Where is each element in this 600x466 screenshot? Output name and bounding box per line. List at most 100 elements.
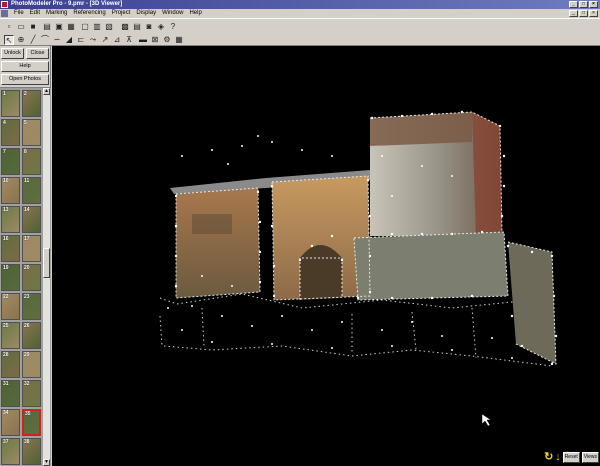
menu-marking[interactable]: Marking bbox=[43, 9, 70, 18]
menu-help[interactable]: Help bbox=[186, 9, 204, 18]
photo-thumbnail[interactable]: 19 bbox=[1, 264, 20, 291]
curve-icon[interactable]: ∽ bbox=[52, 35, 62, 45]
photo-thumbnail[interactable]: 13 bbox=[1, 206, 20, 233]
mark-point-icon[interactable]: ⊕ bbox=[16, 35, 26, 45]
photo-thumbnail[interactable]: 35 bbox=[22, 409, 41, 436]
photo-thumbnail[interactable]: 38 bbox=[22, 438, 41, 465]
3d-viewer[interactable]: ↻ ↓ ✛ Reset Views bbox=[52, 46, 600, 466]
viewer-buttons: Reset Views bbox=[562, 452, 599, 463]
photo-thumbnail[interactable]: 23 bbox=[22, 293, 41, 320]
ground-outline bbox=[159, 293, 553, 367]
photo-thumbnail[interactable]: 22 bbox=[1, 293, 20, 320]
point-cloud-model[interactable] bbox=[52, 46, 600, 466]
photo-thumbnail[interactable]: 31 bbox=[1, 380, 20, 407]
photo-thumbnail[interactable]: 37 bbox=[1, 438, 20, 465]
camera-icon[interactable]: ◙ bbox=[144, 22, 154, 32]
surface-icon[interactable]: ◢ bbox=[64, 35, 74, 45]
maximize-button[interactable]: □ bbox=[579, 1, 588, 8]
photo-thumbnail[interactable]: 4 bbox=[1, 119, 20, 146]
move-down-icon[interactable]: ↓ bbox=[555, 451, 561, 463]
views-button[interactable]: Views bbox=[581, 452, 599, 463]
new-project-icon[interactable]: ▫ bbox=[4, 22, 14, 32]
close-button[interactable]: × bbox=[589, 1, 598, 8]
thumbnail-number: 7 bbox=[3, 149, 6, 155]
photo-sidebar: Unlock Close Help Open Photos 1 2 4 5 7 8 10 11… bbox=[0, 46, 51, 466]
scale-icon[interactable]: ⊼ bbox=[124, 35, 134, 45]
scroll-down-icon[interactable]: ▼ bbox=[43, 459, 50, 466]
texture-icon[interactable]: ⚙ bbox=[162, 35, 172, 45]
photo-thumbnail[interactable]: 20 bbox=[22, 264, 41, 291]
unlock-button[interactable]: Unlock bbox=[1, 48, 24, 59]
photo-icon[interactable]: ▣ bbox=[54, 22, 64, 32]
photo-thumbnail[interactable]: 32 bbox=[22, 380, 41, 407]
photo-thumbnail[interactable]: 2 bbox=[22, 90, 41, 117]
thumbnail-number: 1 bbox=[3, 91, 6, 97]
grid-icon[interactable]: ▩ bbox=[120, 22, 130, 32]
cascade-icon[interactable]: ▧ bbox=[104, 22, 114, 32]
menu-bar: File Edit Marking Referencing Project Di… bbox=[0, 9, 600, 18]
photo-thumbnail[interactable]: 28 bbox=[1, 351, 20, 378]
process-icon[interactable]: ⊠ bbox=[150, 35, 160, 45]
lower-right-wall bbox=[354, 232, 508, 300]
minimize-button[interactable]: _ bbox=[569, 1, 578, 8]
thumbnail-number: 16 bbox=[3, 236, 9, 242]
select-tool-icon[interactable]: ↖ bbox=[4, 35, 14, 45]
thumbnail-number: 23 bbox=[24, 294, 30, 300]
open-icon[interactable]: ▭ bbox=[16, 22, 26, 32]
photo-thumbnail[interactable]: 29 bbox=[22, 351, 41, 378]
tile-icon[interactable]: ▥ bbox=[92, 22, 102, 32]
photo-thumbnail[interactable]: 11 bbox=[22, 177, 41, 204]
thumbnail-scrollbar[interactable]: ▲ ▼ bbox=[43, 88, 50, 466]
menu-project[interactable]: Project bbox=[109, 9, 134, 18]
image-icon[interactable]: ▦ bbox=[66, 22, 76, 32]
menu-edit[interactable]: Edit bbox=[27, 9, 43, 18]
photo-thumbnail[interactable]: 7 bbox=[1, 148, 20, 175]
copy-icon[interactable]: ▤ bbox=[42, 22, 52, 32]
arch bbox=[300, 245, 342, 300]
menu-window[interactable]: Window bbox=[159, 9, 186, 18]
menu-file[interactable]: File bbox=[11, 9, 27, 18]
photo-thumbnail[interactable]: 16 bbox=[1, 235, 20, 262]
photo-thumbnail[interactable]: 14 bbox=[22, 206, 41, 233]
photo-thumbnail[interactable]: 17 bbox=[22, 235, 41, 262]
close-photo-button[interactable]: Close bbox=[26, 48, 49, 59]
help-button[interactable]: Help bbox=[1, 61, 49, 72]
3d-viewer-icon[interactable]: ◈ bbox=[156, 22, 166, 32]
photo-thumbnail[interactable]: 1 bbox=[1, 90, 20, 117]
open-photos-button[interactable]: Open Photos bbox=[1, 74, 49, 85]
menu-referencing[interactable]: Referencing bbox=[70, 9, 108, 18]
menu-display[interactable]: Display bbox=[133, 9, 159, 18]
doc-restore-button[interactable]: □ bbox=[579, 10, 588, 17]
thumbnail-number: 34 bbox=[3, 410, 9, 416]
photo-thumbnail[interactable]: 8 bbox=[22, 148, 41, 175]
mark-edge-icon[interactable]: ⌒ bbox=[40, 35, 50, 45]
photo-thumbnail[interactable]: 26 bbox=[22, 322, 41, 349]
app-icon[interactable] bbox=[1, 1, 8, 8]
mark-line-icon[interactable]: ╱ bbox=[28, 35, 38, 45]
mouse-cursor bbox=[481, 413, 492, 427]
lock-icon[interactable]: ▬ bbox=[138, 35, 148, 45]
path-icon[interactable]: ⤳ bbox=[88, 35, 98, 45]
scroll-up-icon[interactable]: ▲ bbox=[43, 88, 50, 95]
rotate-icon[interactable]: ↻ bbox=[544, 451, 553, 463]
thumbnail-number: 4 bbox=[3, 120, 6, 126]
photo-thumbnail[interactable]: 10 bbox=[1, 177, 20, 204]
side-wall bbox=[508, 242, 556, 364]
doc-close-button[interactable]: × bbox=[589, 10, 598, 17]
table-icon[interactable]: ▤ bbox=[132, 22, 142, 32]
measure-icon[interactable]: ⊿ bbox=[112, 35, 122, 45]
reference-icon[interactable]: ↗ bbox=[100, 35, 110, 45]
photo-thumbnail[interactable]: 25 bbox=[1, 322, 20, 349]
help-icon[interactable]: ? bbox=[168, 22, 178, 32]
cylinder-icon[interactable]: ⊏ bbox=[76, 35, 86, 45]
scroll-thumb[interactable] bbox=[43, 248, 50, 278]
document-icon[interactable] bbox=[1, 10, 8, 17]
reset-button[interactable]: Reset bbox=[562, 452, 580, 463]
render-icon[interactable]: ▦ bbox=[174, 35, 184, 45]
doc-minimize-button[interactable]: _ bbox=[569, 10, 578, 17]
save-icon[interactable]: ■ bbox=[28, 22, 38, 32]
thumbnail-number: 31 bbox=[3, 381, 9, 387]
photo-thumbnail[interactable]: 5 bbox=[22, 119, 41, 146]
photo-thumbnail[interactable]: 34 bbox=[1, 409, 20, 436]
window-icon[interactable]: ▢ bbox=[80, 22, 90, 32]
